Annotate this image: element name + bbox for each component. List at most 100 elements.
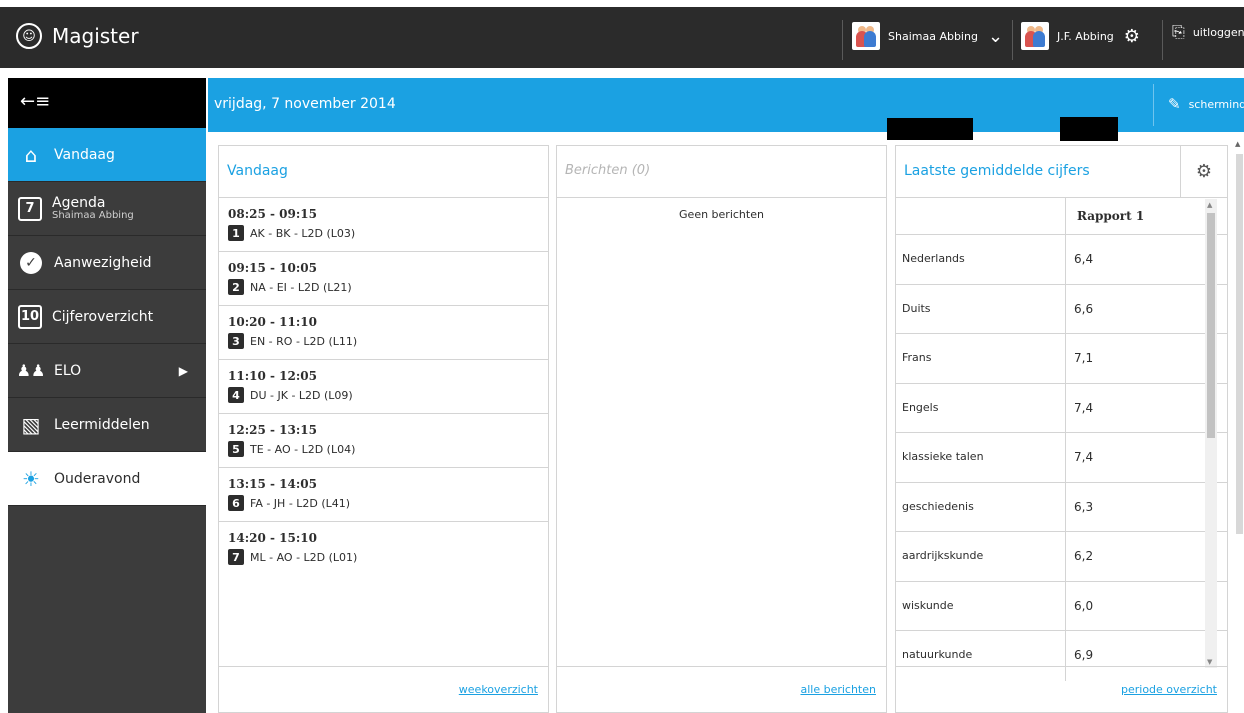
divider: [1162, 20, 1163, 60]
week-overview-link[interactable]: weekoverzicht: [459, 683, 538, 696]
sidebar-item-label: Cijferoverzicht: [52, 308, 154, 325]
layout-button[interactable]: ✎ schermindeling: [1168, 95, 1244, 113]
lesson-list: 08:25 - 09:15 1 AK - BK - L2D (L03) 09:15…: [219, 198, 548, 576]
lesson-description: ML - AO - L2D (L01): [250, 550, 358, 564]
calendar-icon: 7: [18, 196, 42, 221]
sidebar-item-vandaag[interactable]: ⌂ Vandaag: [8, 128, 206, 182]
sidebar-item-label: Aanwezigheid: [54, 254, 152, 271]
table-row[interactable]: klassieke talen 7,4: [896, 433, 1227, 483]
sidebar-item-cijferoverzicht[interactable]: 10 Cijferoverzicht: [8, 290, 206, 344]
subject-cell: Duits: [902, 301, 931, 315]
subject-cell: Frans: [902, 351, 932, 364]
grades-table-header: Rapport 1: [896, 198, 1227, 235]
grade-cell: 7,4: [1065, 433, 1207, 482]
today-panel: Vandaag 08:25 - 09:15 1 AK - BK - L2D (L0…: [218, 145, 549, 713]
panel-title: Vandaag: [219, 146, 548, 198]
grade-cell: 7,1: [1065, 334, 1207, 383]
avatar: [852, 22, 880, 50]
sidebar-item-label: Leermiddelen: [54, 416, 150, 433]
panel-footer: weekoverzicht: [219, 666, 548, 712]
lesson-description: DU - JK - L2D (L09): [250, 388, 353, 402]
period-overview-link[interactable]: periode overzicht: [1121, 683, 1217, 696]
scrollbar-thumb[interactable]: [1207, 213, 1215, 438]
sidebar-item-agenda[interactable]: 7 Agenda Shaimaa Abbing: [8, 182, 206, 236]
table-row[interactable]: Nederlands 6,4: [896, 235, 1227, 285]
sidebar: ←≡ ⌂ Vandaag 7 Agenda Shaimaa Abbing ✓ A…: [8, 78, 206, 713]
sidebar-item-ouderavond[interactable]: ☀ Ouderavond: [8, 452, 206, 506]
list-item[interactable]: 08:25 - 09:15 1 AK - BK - L2D (L03): [219, 198, 548, 252]
scroll-down-icon[interactable]: ▼: [1207, 658, 1212, 666]
lesson-time: 08:25 - 09:15: [228, 207, 317, 221]
list-item[interactable]: 14:20 - 15:10 7 ML - AO - L2D (L01): [219, 522, 548, 576]
sidebar-item-leermiddelen[interactable]: ▧ Leermiddelen: [8, 398, 206, 452]
table-row[interactable]: Frans 7,1: [896, 334, 1227, 384]
list-item[interactable]: 09:15 - 10:05 2 NA - EI - L2D (L21): [219, 252, 548, 306]
lesson-description: NA - EI - L2D (L21): [250, 280, 352, 294]
app-title: Magister: [52, 24, 139, 48]
lesson-time: 09:15 - 10:05: [228, 261, 317, 275]
user-switcher[interactable]: Shaimaa Abbing ⌄: [852, 22, 1003, 50]
top-bar: ☺ Magister Shaimaa Abbing ⌄ J.F. Abbing …: [0, 7, 1244, 68]
student-name: Shaimaa Abbing: [888, 29, 978, 43]
books-icon: ▧: [21, 412, 41, 437]
home-icon: ⌂: [24, 142, 38, 167]
lesson-hour-badge: 2: [228, 279, 244, 295]
menu-collapse-icon: ←≡: [20, 91, 51, 112]
sidebar-item-label: Ouderavond: [54, 470, 141, 487]
panel-title: Laatste gemiddelde cijfers: [904, 163, 1090, 179]
lesson-hour-badge: 1: [228, 225, 244, 241]
list-item[interactable]: 11:10 - 12:05 4 DU - JK - L2D (L09): [219, 360, 548, 414]
scroll-up-icon[interactable]: ▲: [1235, 140, 1240, 148]
all-messages-link[interactable]: alle berichten: [800, 683, 876, 696]
scroll-up-icon[interactable]: ▲: [1207, 201, 1212, 209]
lesson-hour-badge: 4: [228, 387, 244, 403]
grades-scrollbar[interactable]: ▲ ▼: [1205, 199, 1217, 668]
lesson-time: 11:10 - 12:05: [228, 369, 317, 383]
empty-message: Geen berichten: [679, 208, 764, 221]
bulb-icon: ☀: [22, 466, 40, 491]
table-row[interactable]: aardrijkskunde 6,2: [896, 532, 1227, 582]
table-row[interactable]: wiskunde 6,0: [896, 581, 1227, 631]
sidebar-toggle[interactable]: ←≡: [8, 78, 206, 128]
panel-header: Laatste gemiddelde cijfers ⚙: [896, 146, 1227, 198]
subject-cell: Engels: [902, 400, 939, 414]
gear-icon[interactable]: ⚙: [1124, 26, 1140, 47]
logout-button[interactable]: ⎘ uitloggen: [1172, 22, 1244, 42]
gear-icon[interactable]: ⚙: [1180, 146, 1227, 197]
logout-icon: ⎘: [1172, 22, 1185, 41]
lesson-description: EN - RO - L2D (L11): [250, 334, 358, 348]
page-scrollbar[interactable]: ▲: [1235, 140, 1244, 713]
messages-panel: Berichten (0) Geen berichten alle berich…: [556, 145, 887, 713]
sidebar-item-sublabel: Shaimaa Abbing: [52, 209, 134, 221]
list-item[interactable]: 13:15 - 14:05 6 FA - JH - L2D (L41): [219, 468, 548, 522]
sidebar-item-elo[interactable]: ♟♟ ELO ▶: [8, 344, 206, 398]
subject-cell: Nederlands: [902, 252, 965, 265]
sidebar-item-aanwezigheid[interactable]: ✓ Aanwezigheid: [8, 236, 206, 290]
grades-table: Nederlands 6,4 Duits 6,6 Frans 7,1 Engels 7,…: [896, 235, 1227, 681]
list-item[interactable]: 12:25 - 13:15 5 TE - AO - L2D (L04): [219, 414, 548, 468]
check-circle-icon: ✓: [20, 251, 42, 274]
scrollbar-thumb[interactable]: [1236, 154, 1243, 534]
panel-footer: alle berichten: [557, 666, 886, 712]
panel-title: Berichten (0): [557, 146, 886, 198]
table-row[interactable]: Duits 6,6: [896, 284, 1227, 334]
chevron-down-icon[interactable]: ⌄: [988, 26, 1003, 47]
list-item[interactable]: 10:20 - 11:10 3 EN - RO - L2D (L11): [219, 306, 548, 360]
table-row[interactable]: geschiedenis 6,3: [896, 482, 1227, 532]
sidebar-item-label: Vandaag: [54, 146, 115, 163]
account-menu[interactable]: J.F. Abbing ⚙: [1021, 22, 1140, 50]
lesson-time: 10:20 - 11:10: [228, 315, 317, 329]
lesson-description: AK - BK - L2D (L03): [250, 226, 356, 240]
subject-cell: aardrijkskunde: [902, 549, 984, 562]
lesson-description: TE - AO - L2D (L04): [250, 442, 356, 456]
app-logo[interactable]: ☺ Magister: [16, 23, 139, 49]
table-row[interactable]: Engels 7,4: [896, 383, 1227, 433]
redaction-box: [1060, 117, 1118, 141]
lesson-hour-badge: 5: [228, 441, 244, 457]
current-date: vrijdag, 7 november 2014: [214, 96, 396, 112]
avatar: [1021, 22, 1049, 50]
lesson-hour-badge: 6: [228, 495, 244, 511]
divider: [1012, 20, 1013, 60]
magister-logo-icon: ☺: [16, 23, 42, 49]
logout-label: uitloggen: [1192, 25, 1244, 39]
